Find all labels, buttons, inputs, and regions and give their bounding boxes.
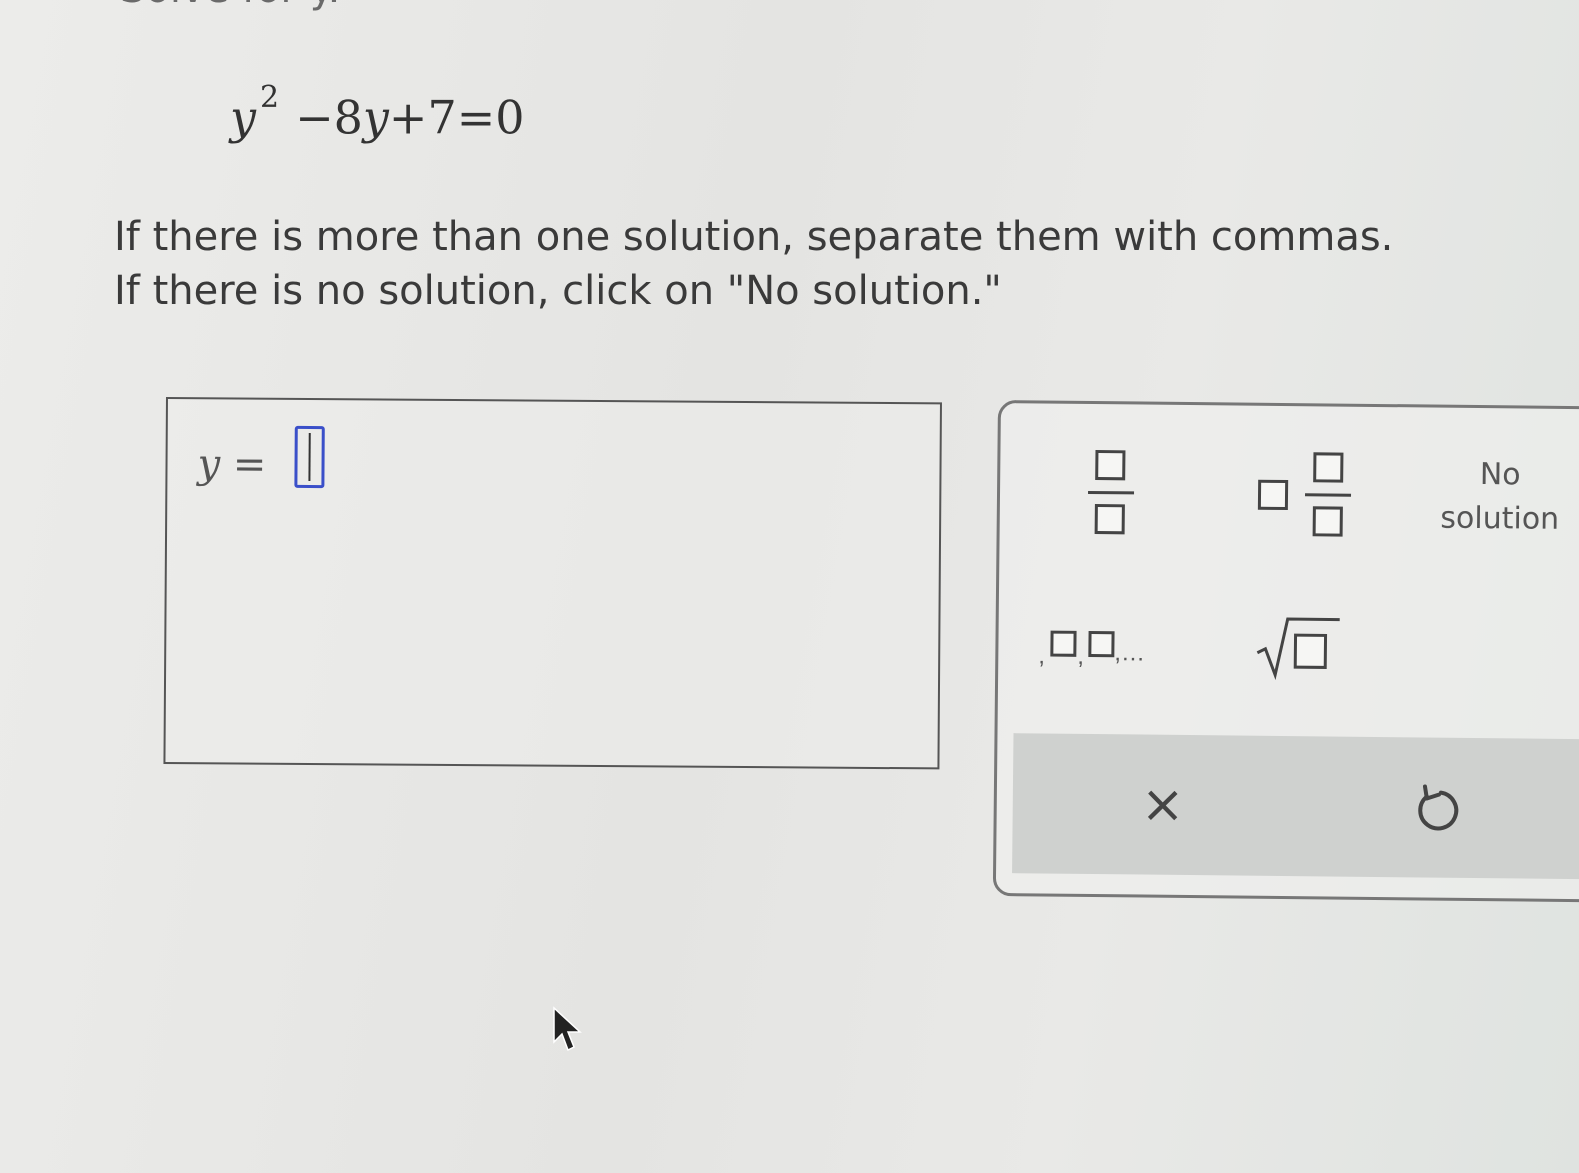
equation-var: y	[230, 90, 256, 145]
clear-button[interactable]: ×	[1132, 774, 1193, 835]
mixed-number-bar	[1305, 493, 1352, 497]
equation-tail: +7=0	[388, 90, 525, 145]
no-solution-label-1: No	[1479, 457, 1521, 493]
list-comma: ,	[1077, 642, 1085, 670]
undo-icon	[1418, 784, 1459, 831]
equation-minus: −8	[295, 90, 363, 145]
fraction-bar	[1088, 490, 1135, 495]
page: Solve for y. y2−8y+7=0 If there is more …	[0, 0, 1579, 1173]
list-comma-leading: ,	[1038, 642, 1046, 670]
instructions-line-1: If there is more than one solution, sepa…	[114, 214, 1394, 260]
answer-box[interactable]: y =	[163, 397, 942, 770]
list-dots: ,...	[1114, 639, 1146, 667]
equation-exponent: 2	[260, 80, 280, 115]
mouse-pointer-icon	[553, 1006, 582, 1052]
action-bar: ×	[1012, 733, 1579, 880]
mixed-number-icon	[1257, 479, 1289, 511]
fraction-button[interactable]	[1079, 444, 1140, 545]
answer-label-var: y	[197, 441, 221, 488]
fraction-denominator-box	[1094, 504, 1125, 535]
math-toolpad: No solution , , ,... ×	[992, 400, 1579, 903]
mixed-number-numerator-box	[1313, 452, 1344, 483]
undo-button[interactable]	[1410, 782, 1467, 839]
fraction-icon	[1095, 450, 1126, 481]
list-icon	[1050, 630, 1077, 657]
no-solution-label-2: solution	[1440, 500, 1560, 537]
header-fragment: Solve for y.	[120, 0, 340, 12]
list-button[interactable]: , , ,...	[1038, 618, 1169, 670]
answer-input[interactable]	[294, 425, 325, 489]
no-solution-button[interactable]: No solution	[1430, 452, 1571, 543]
clear-icon: ×	[1140, 774, 1185, 835]
equation-var-2: y	[362, 90, 389, 145]
instructions-line-2: If there is no solution, click on "No so…	[114, 268, 1002, 314]
answer-label-eq: =	[219, 441, 267, 488]
list-box-2	[1088, 630, 1115, 658]
square-root-icon	[1256, 617, 1340, 681]
equation: y 2 −8y+7=0	[230, 80, 525, 145]
mixed-number-button[interactable]	[1249, 446, 1360, 547]
answer-label: y =	[197, 441, 266, 487]
square-root-button[interactable]	[1253, 611, 1344, 682]
mixed-number-denominator-box	[1312, 506, 1343, 537]
instructions: If there is more than one solution, sepa…	[114, 210, 1393, 318]
